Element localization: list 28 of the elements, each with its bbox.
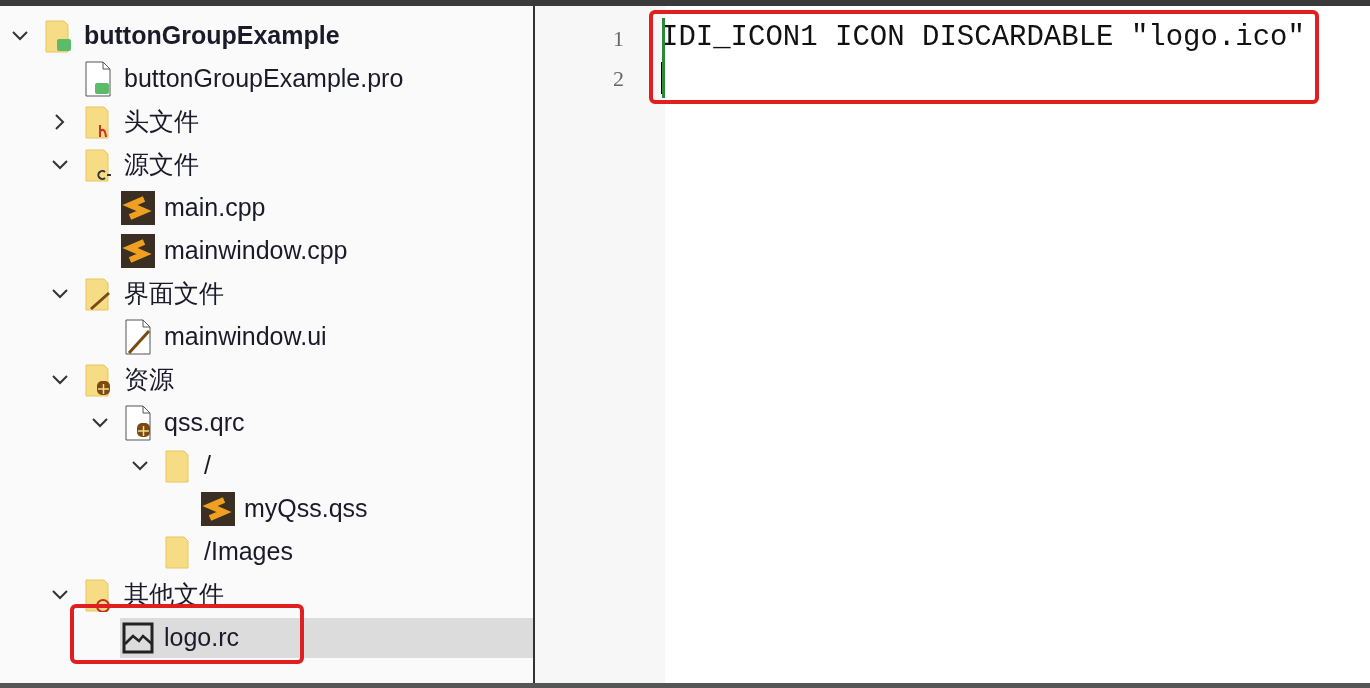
tree-item[interactable]: 头文件: [80, 101, 207, 142]
folder-icon: [43, 18, 73, 53]
folder-icon: [83, 276, 113, 311]
tree-item[interactable]: mainwindow.cpp: [120, 230, 356, 271]
tree-item[interactable]: 资源: [80, 359, 182, 400]
image-icon: [122, 621, 154, 654]
tree-item[interactable]: 界面文件: [80, 273, 232, 314]
tree-item[interactable]: main.cpp: [120, 187, 274, 228]
tree-item[interactable]: myQss.qss: [200, 488, 376, 529]
tree-item[interactable]: buttonGroupExample: [40, 15, 348, 56]
document-icon: [83, 60, 113, 97]
file-icon: [121, 233, 155, 268]
document-icon: [123, 318, 153, 355]
tree-item[interactable]: /Images: [160, 531, 301, 572]
tree-item[interactable]: logo.rc: [120, 617, 533, 658]
code-line: IDI_ICON1 ICON DISCARDABLE "logo.ico": [661, 20, 1305, 57]
tree-item[interactable]: qss.qrc: [120, 402, 253, 443]
line-number: 1: [613, 24, 624, 53]
folder-icon: [83, 147, 113, 182]
line-number: 2: [613, 64, 624, 93]
tree-item[interactable]: buttonGroupExample.pro: [80, 58, 412, 99]
file-icon: [121, 190, 155, 225]
document-icon: [123, 404, 153, 441]
tree-item[interactable]: /: [160, 445, 219, 486]
tree-item[interactable]: 源文件: [80, 144, 207, 185]
file-icon: [201, 491, 235, 526]
tree-item[interactable]: mainwindow.ui: [120, 316, 335, 357]
folder-icon: [83, 362, 113, 397]
